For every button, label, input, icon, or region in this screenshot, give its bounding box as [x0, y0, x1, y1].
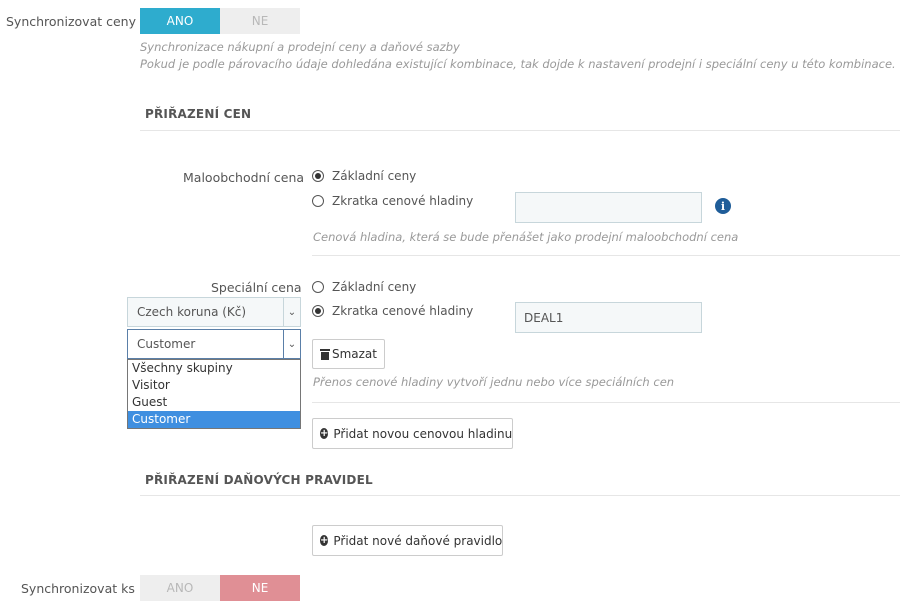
- special-option-shortcut-label: Zkratka cenové hladiny: [332, 304, 474, 318]
- sync-prices-help-1: Synchronizace nákupní a prodejní ceny a …: [140, 40, 460, 54]
- price-assignment-title: PŘIŘAZENÍ CEN: [145, 107, 252, 121]
- plus-circle-icon: +: [320, 428, 329, 439]
- special-option-base[interactable]: Základní ceny: [312, 280, 416, 294]
- dropdown-option-selected[interactable]: Customer: [128, 411, 300, 428]
- special-option-base-label: Základní ceny: [332, 280, 417, 294]
- currency-select[interactable]: Czech koruna (Kč) ⌄: [127, 297, 301, 327]
- divider: [140, 495, 900, 496]
- sync-stock-no[interactable]: NE: [220, 575, 300, 601]
- info-icon[interactable]: i: [715, 198, 731, 214]
- retail-option-shortcut-label: Zkratka cenové hladiny: [332, 194, 474, 208]
- sync-prices-no[interactable]: NE: [220, 8, 300, 34]
- retail-shortcut-input[interactable]: [515, 192, 702, 223]
- dropdown-option[interactable]: Všechny skupiny: [128, 360, 300, 377]
- dropdown-option[interactable]: Visitor: [128, 377, 300, 394]
- radio-icon[interactable]: [312, 281, 324, 293]
- retail-help: Cenová hladina, která se bude přenášet j…: [313, 230, 739, 244]
- sync-prices-yes[interactable]: ANO: [140, 8, 220, 34]
- retail-option-shortcut[interactable]: Zkratka cenové hladiny: [312, 194, 473, 208]
- sync-stock-yes[interactable]: ANO: [140, 575, 220, 601]
- add-tax-rule-label: Přidat nové daňové pravidlo: [333, 533, 503, 548]
- trash-icon: [320, 348, 330, 360]
- currency-select-value: Czech koruna (Kč): [137, 305, 247, 319]
- customer-group-select-value: Customer: [137, 337, 196, 351]
- add-price-level-label: Přidat novou cenovou hladinu: [333, 426, 513, 441]
- customer-group-select[interactable]: Customer ⌄: [127, 329, 301, 359]
- sync-stock-toggle[interactable]: ANO NE: [140, 575, 300, 601]
- sync-prices-toggle[interactable]: ANO NE: [140, 8, 300, 34]
- divider: [312, 255, 900, 256]
- plus-circle-icon: +: [320, 535, 329, 546]
- dropdown-option[interactable]: Guest: [128, 394, 300, 411]
- radio-icon[interactable]: [312, 195, 324, 207]
- retail-option-base[interactable]: Základní ceny: [312, 169, 416, 183]
- add-price-level-button[interactable]: + Přidat novou cenovou hladinu: [312, 418, 513, 449]
- divider: [140, 130, 900, 131]
- delete-button[interactable]: Smazat: [312, 339, 385, 369]
- special-shortcut-input[interactable]: DEAL1: [515, 302, 702, 333]
- chevron-down-icon[interactable]: ⌄: [283, 298, 300, 326]
- divider: [312, 402, 900, 403]
- customer-group-dropdown[interactable]: Všechny skupiny Visitor Guest Customer: [127, 359, 301, 429]
- chevron-down-icon[interactable]: ⌄: [283, 330, 300, 358]
- special-help: Přenos cenové hladiny vytvoří jednu nebo…: [313, 375, 675, 389]
- delete-button-label: Smazat: [331, 347, 377, 361]
- sync-stock-label: Synchronizovat ks: [21, 581, 135, 596]
- special-option-shortcut[interactable]: Zkratka cenové hladiny: [312, 304, 473, 318]
- sync-prices-help-2: Pokud je podle párovacího údaje dohledán…: [140, 57, 896, 71]
- retail-price-label: Maloobchodní cena: [183, 170, 305, 185]
- special-price-label: Speciální cena: [211, 280, 302, 295]
- retail-option-base-label: Základní ceny: [332, 169, 417, 183]
- add-tax-rule-button[interactable]: + Přidat nové daňové pravidlo: [312, 525, 503, 556]
- sync-prices-label: Synchronizovat ceny: [6, 14, 136, 29]
- radio-icon[interactable]: [312, 305, 324, 317]
- tax-assignment-title: PŘIŘAZENÍ DAŇOVÝCH PRAVIDEL: [145, 473, 373, 487]
- radio-icon[interactable]: [312, 170, 324, 182]
